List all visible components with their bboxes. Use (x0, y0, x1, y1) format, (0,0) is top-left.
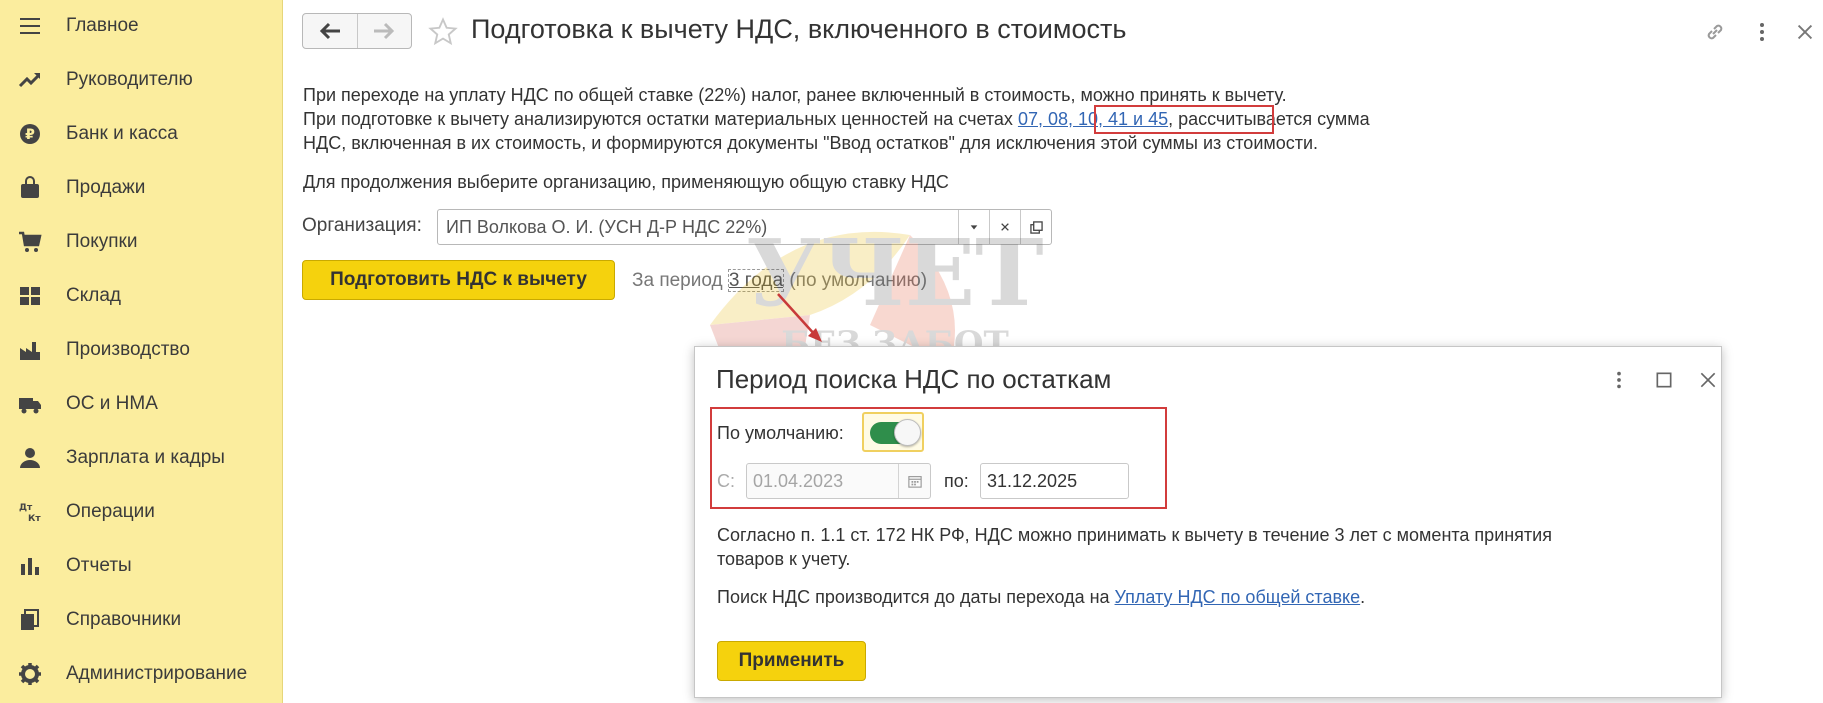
note-line-1: Согласно п. 1.1 ст. 172 НК РФ, НДС можно… (717, 525, 1552, 545)
warehouse-icon (17, 283, 43, 309)
sidebar-item-production[interactable]: Производство (0, 327, 283, 373)
prepare-vat-button[interactable]: Подготовить НДС к вычету (302, 260, 615, 300)
period-dialog: Период поиска НДС по остаткам По умолчан… (694, 346, 1722, 698)
favorite-star-icon[interactable] (428, 17, 458, 47)
toggle-knob (894, 419, 921, 446)
menu-icon (17, 13, 43, 39)
svg-text:₽: ₽ (25, 127, 35, 143)
intro-line-3: НДС, включенная в их стоимость, и формир… (303, 133, 1319, 153)
intro-line-2-start: При подготовке к вычету анализируются ос… (303, 109, 1018, 129)
books-icon (17, 607, 43, 633)
search-note-end: . (1360, 587, 1366, 607)
intro-line-1: При переходе на уплату НДС по общей став… (303, 85, 1287, 105)
default-label: По умолчанию: (717, 423, 844, 443)
bar-chart-icon (17, 553, 43, 579)
intro-line-4: Для продолжения выберите организацию, пр… (303, 172, 949, 192)
date-from-value: 01.04.2023 (753, 470, 844, 491)
organization-value[interactable]: ИП Волкова О. И. (УСН Д-Р НДС 22%) (438, 217, 958, 238)
date-from-input[interactable]: 01.04.2023 (746, 463, 931, 499)
period-prefix: За период (632, 270, 728, 291)
close-icon[interactable] (1791, 18, 1819, 46)
sidebar-item-label: Отчеты (66, 555, 132, 576)
cart-icon (17, 229, 43, 255)
svg-text:Дт: Дт (19, 503, 33, 513)
sidebar-item-label: Руководителю (66, 69, 193, 90)
sidebar-item-label: Операции (66, 501, 155, 522)
more-menu-icon[interactable] (1748, 18, 1776, 46)
gear-icon (17, 661, 43, 687)
person-icon (17, 445, 43, 471)
sidebar-item-admin[interactable]: Администрирование (0, 651, 283, 697)
accounts-highlight (1094, 105, 1274, 134)
from-label: С: (717, 471, 735, 491)
maximize-icon[interactable] (1651, 367, 1677, 393)
dt-kt-icon: Дт Кт (17, 499, 43, 525)
open-button[interactable] (1020, 210, 1051, 244)
open-window-icon (1029, 220, 1043, 234)
sidebar-item-salary[interactable]: Зарплата и кадры (0, 435, 283, 481)
period-suffix: (по умолчанию) (784, 270, 928, 291)
back-button[interactable] (303, 14, 357, 48)
organization-label: Организация: (302, 215, 422, 236)
sidebar-item-reports[interactable]: Отчеты (0, 543, 283, 589)
search-note-start: Поиск НДС производится до даты перехода … (717, 587, 1115, 607)
to-label: по: (944, 471, 969, 491)
clear-button[interactable] (989, 210, 1020, 244)
date-to-value: 31.12.2025 (987, 470, 1078, 491)
sidebar-item-label: ОС и НМА (66, 393, 158, 414)
truck-icon (17, 391, 43, 417)
general-rate-link[interactable]: Уплату НДС по общей ставке (1115, 587, 1361, 607)
sidebar-item-label: Производство (66, 339, 190, 360)
history-nav (302, 13, 412, 49)
arrow-left-icon (319, 22, 340, 40)
sidebar-item-fixed-assets[interactable]: ОС и НМА (0, 381, 283, 427)
forward-button[interactable] (356, 14, 412, 48)
sidebar-item-manager[interactable]: Руководителю (0, 57, 283, 103)
factory-icon (17, 337, 43, 363)
sidebar-item-label: Банк и касса (66, 123, 178, 144)
trend-icon (17, 67, 43, 93)
sidebar-item-sales[interactable]: Продажи (0, 165, 283, 211)
dialog-title: Период поиска НДС по остаткам (716, 364, 1112, 394)
organization-field[interactable]: ИП Волкова О. И. (УСН Д-Р НДС 22%) (437, 209, 1052, 245)
sidebar-item-label: Покупки (66, 231, 138, 252)
sidebar-item-label: Справочники (66, 609, 182, 630)
apply-button[interactable]: Применить (717, 641, 866, 681)
sidebar-item-label: Администрирование (66, 663, 248, 684)
shopping-bag-icon (17, 175, 43, 201)
note-line-2: товаров к учету. (717, 549, 851, 569)
chevron-down-icon (970, 225, 978, 230)
dialog-more-icon[interactable] (1606, 367, 1632, 393)
dialog-close-icon[interactable] (1695, 367, 1721, 393)
sidebar-item-main[interactable]: Главное (0, 3, 283, 49)
pointer-arrow (777, 293, 822, 342)
sidebar-item-references[interactable]: Справочники (0, 597, 283, 643)
clear-icon (1001, 223, 1009, 231)
period-link[interactable]: 3 года (727, 269, 785, 292)
sidebar-item-label: Продажи (66, 177, 146, 198)
sidebar-item-warehouse[interactable]: Склад (0, 273, 283, 319)
date-to-input[interactable]: 31.12.2025 (980, 463, 1129, 499)
link-icon[interactable] (1701, 18, 1729, 46)
calendar-button[interactable] (898, 464, 930, 498)
search-note: Поиск НДС производится до даты перехода … (717, 585, 1365, 609)
sidebar-item-operations[interactable]: Дт Кт Операции (0, 489, 283, 535)
page-title: Подготовка к вычету НДС, включенного в с… (471, 14, 1127, 44)
sidebar-item-label: Склад (66, 285, 121, 306)
arrow-right-icon (374, 22, 395, 40)
dropdown-button[interactable] (958, 210, 989, 244)
sidebar: Главное Руководителю ₽ Банк и касса Прод… (0, 0, 283, 703)
svg-text:Кт: Кт (28, 514, 41, 524)
ruble-icon: ₽ (17, 121, 43, 147)
sidebar-item-bank[interactable]: ₽ Банк и касса (0, 111, 283, 157)
sidebar-item-purchases[interactable]: Покупки (0, 219, 283, 265)
period-text: За период 3 года (по умолчанию) (632, 269, 928, 292)
default-toggle[interactable] (862, 412, 924, 452)
sidebar-item-label: Главное (66, 15, 139, 36)
sidebar-item-label: Зарплата и кадры (66, 447, 225, 468)
calendar-icon (907, 476, 922, 488)
